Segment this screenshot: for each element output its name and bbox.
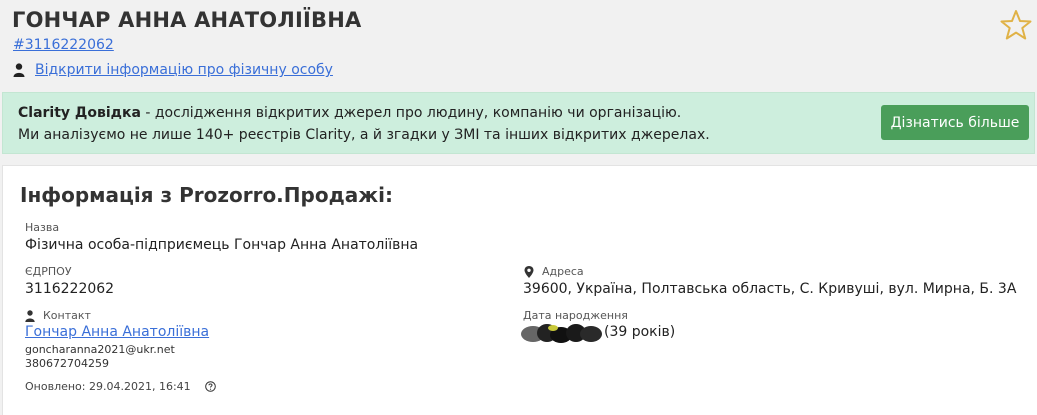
address-value: 39600, Україна, Полтавська область, С. К… bbox=[523, 281, 1017, 297]
page-title: ГОНЧАР АННА АНАТОЛІЇВНА bbox=[12, 8, 362, 32]
birth-age: (39 років) bbox=[604, 324, 676, 340]
contact-email: goncharanna2021@ukr.net bbox=[25, 343, 175, 356]
profile-id-link[interactable]: #3116222062 bbox=[13, 37, 114, 53]
user-icon bbox=[13, 63, 25, 77]
banner-brand: Clarity Довідка bbox=[18, 105, 141, 121]
person-info-row: Відкрити інформацію про фізичну особу bbox=[13, 62, 333, 78]
birth-date-label: Дата народження bbox=[523, 309, 628, 322]
learn-more-button[interactable]: Дізнатись більше bbox=[881, 105, 1029, 140]
updated-timestamp: Оновлено: 29.04.2021, 16:41 bbox=[25, 380, 191, 393]
banner-text: Clarity Довідка - дослідження відкритих … bbox=[18, 102, 710, 146]
edrpou-label: ЄДРПОУ bbox=[25, 265, 72, 278]
clarity-promo-banner: Clarity Довідка - дослідження відкритих … bbox=[2, 92, 1035, 154]
name-value: Фізична особа-підприємець Гончар Анна Ан… bbox=[25, 237, 419, 253]
map-marker-icon bbox=[524, 265, 534, 278]
name-label: Назва bbox=[25, 221, 60, 234]
question-circle-icon[interactable] bbox=[204, 381, 216, 392]
contact-label: Контакт bbox=[43, 309, 91, 322]
address-label-row: Адреса bbox=[524, 265, 584, 278]
section-title: Інформація з Prozorro.Продажі: bbox=[20, 183, 393, 207]
banner-line2: Ми аналізуємо не лише 140+ реєстрів Clar… bbox=[18, 127, 710, 143]
contact-label-row: Контакт bbox=[25, 309, 91, 322]
contact-phone: 380672704259 bbox=[25, 357, 109, 370]
redacted-birth-date bbox=[521, 324, 602, 343]
contact-name-link[interactable]: Гончар Анна Анатоліївна bbox=[25, 324, 209, 340]
banner-line1: - дослідження відкритих джерел про людин… bbox=[140, 105, 682, 121]
open-person-info-link[interactable]: Відкрити інформацію про фізичну особу bbox=[35, 62, 333, 78]
prozorro-info-card: Інформація з Prozorro.Продажі: Назва Фіз… bbox=[2, 165, 1037, 415]
star-icon[interactable] bbox=[999, 8, 1033, 42]
profile-header: ГОНЧАР АННА АНАТОЛІЇВНА #3116222062 Відк… bbox=[0, 0, 1037, 90]
updated-row: Оновлено: 29.04.2021, 16:41 bbox=[25, 380, 216, 393]
edrpou-value: 3116222062 bbox=[25, 281, 115, 297]
address-label: Адреса bbox=[542, 265, 584, 278]
user-icon bbox=[25, 309, 35, 322]
